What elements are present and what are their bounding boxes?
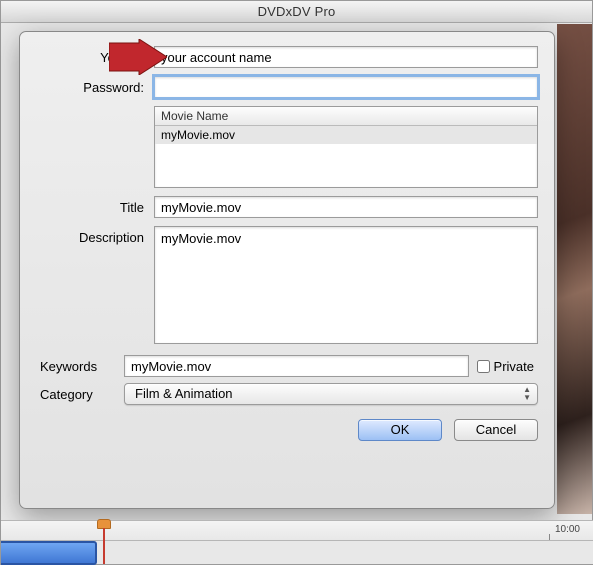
window-title: DVDxDV Pro [1, 1, 592, 23]
description-label: Description [36, 226, 154, 245]
upload-sheet: YouTub Password: Movie Name myMovie.mov … [19, 31, 555, 509]
updown-icon: ▲▼ [523, 386, 531, 402]
movie-list-item[interactable]: myMovie.mov [155, 126, 537, 144]
category-value: Film & Animation [135, 386, 233, 401]
timeline-playhead[interactable] [97, 519, 111, 547]
timeline-tick: 10:00 [555, 524, 580, 535]
youtube-account-input[interactable] [154, 46, 538, 68]
description-textarea[interactable]: myMovie.mov [154, 226, 538, 344]
movies-spacer [36, 106, 154, 110]
movie-list-header: Movie Name [155, 107, 537, 126]
category-select[interactable]: Film & Animation ▲▼ [124, 383, 538, 405]
password-label: Password: [36, 76, 154, 95]
app-window: DVDxDV Pro YouTub Password: Movie Name [0, 0, 593, 565]
password-input[interactable] [154, 76, 538, 98]
keywords-label: Keywords [36, 359, 116, 374]
private-wrap[interactable]: Private [477, 359, 538, 374]
timeline-ruler[interactable]: 10:00 [1, 521, 593, 541]
private-label: Private [494, 359, 534, 374]
timeline-clip[interactable] [1, 541, 97, 565]
private-checkbox[interactable] [477, 360, 490, 373]
timeline[interactable]: 10:00 [1, 520, 593, 564]
ok-button[interactable]: OK [358, 419, 442, 441]
title-label: Title [36, 196, 154, 215]
keywords-input[interactable] [124, 355, 469, 377]
preview-strip [557, 24, 592, 514]
youtube-label: YouTub [36, 46, 154, 65]
cancel-button[interactable]: Cancel [454, 419, 538, 441]
title-input[interactable] [154, 196, 538, 218]
category-label: Category [36, 387, 116, 402]
movie-list[interactable]: Movie Name myMovie.mov [154, 106, 538, 188]
